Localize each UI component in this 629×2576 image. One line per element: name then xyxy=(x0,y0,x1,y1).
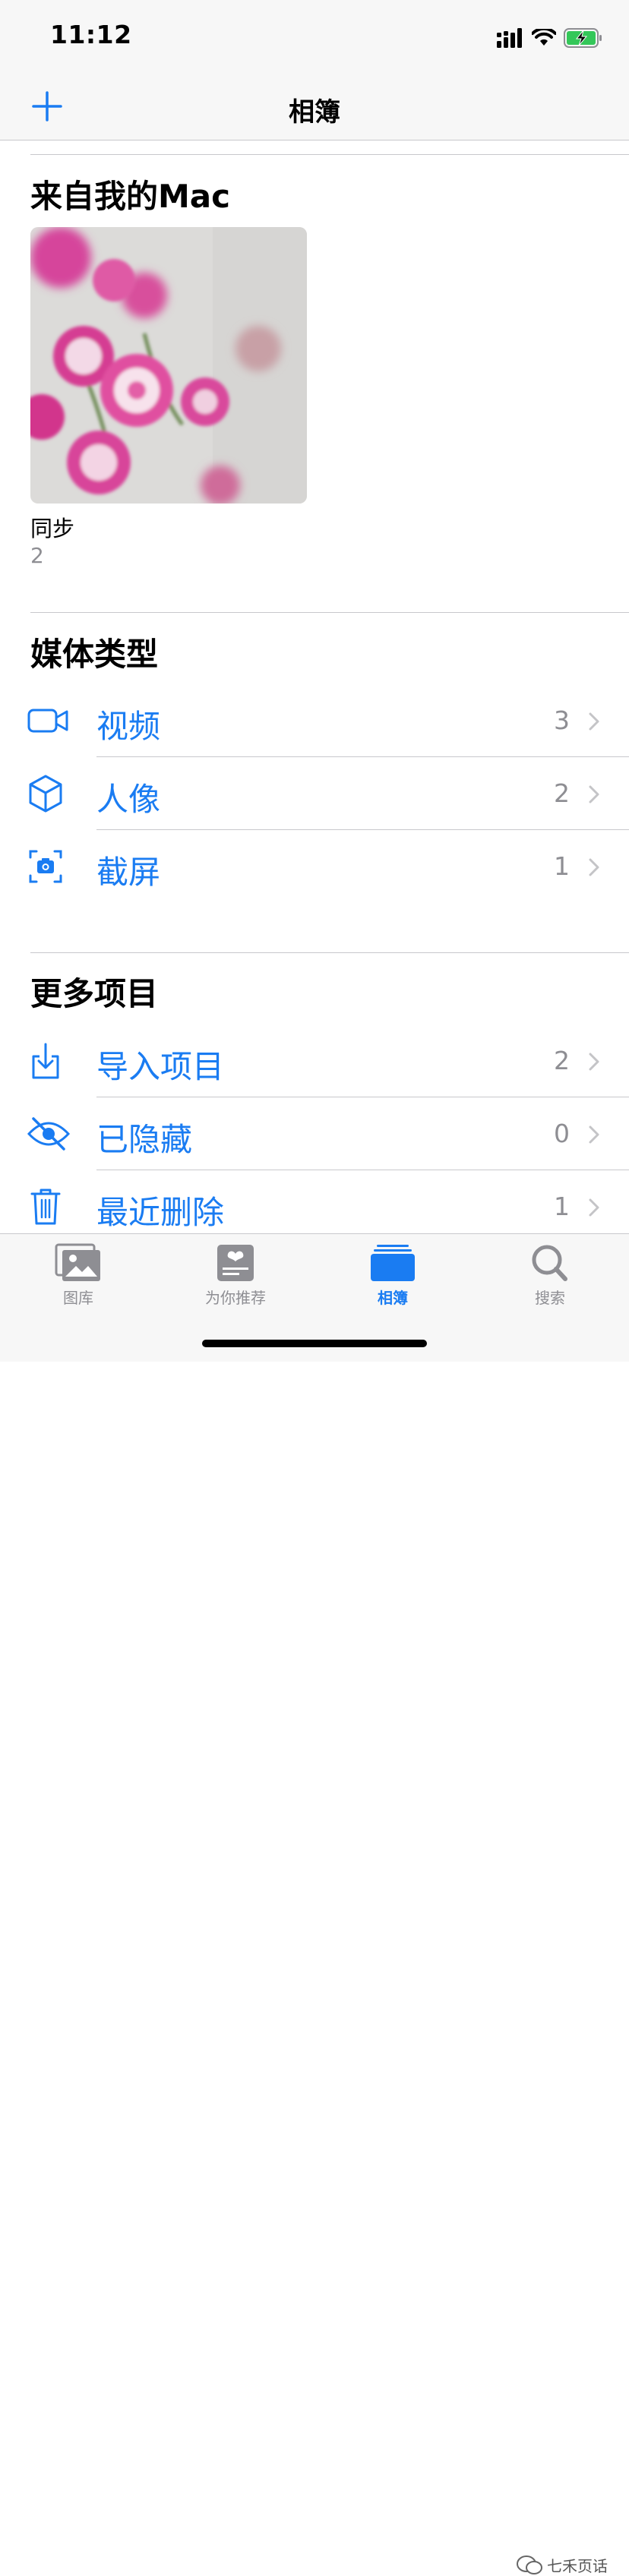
row-portraits[interactable]: 人像 2 xyxy=(0,757,629,830)
row-label: 已隐藏 xyxy=(96,1121,193,1158)
row-label: 最近删除 xyxy=(96,1194,225,1231)
row-label: 视频 xyxy=(96,708,161,745)
watermark: 七禾页话 xyxy=(517,2554,608,2576)
tab-albums[interactable]: 相簿 xyxy=(332,1243,454,1319)
hidden-eye-icon xyxy=(27,1117,70,1151)
section-title-mac: 来自我的Mac xyxy=(30,178,231,215)
album-thumbnail-sync[interactable] xyxy=(30,227,307,504)
cube-icon xyxy=(29,775,62,813)
for-you-icon xyxy=(217,1245,254,1281)
tab-library[interactable]: 图库 xyxy=(17,1243,139,1319)
chevron-right-icon xyxy=(589,858,599,876)
search-icon xyxy=(532,1245,567,1281)
row-count: 1 xyxy=(554,851,570,881)
row-hidden[interactable]: 已隐藏 0 xyxy=(0,1097,629,1170)
navigation-bar: 相簿 xyxy=(0,76,629,140)
chevron-right-icon xyxy=(589,1053,599,1071)
section-title-more: 更多项目 xyxy=(30,975,159,1012)
album-name: 同步 xyxy=(30,516,75,541)
row-label: 人像 xyxy=(96,781,161,818)
section-title-media: 媒体类型 xyxy=(30,636,159,673)
albums-content[interactable]: 来自我的Mac 同步 2 媒体类型 视频 3 人像 2 截屏 1 更多项目 导入… xyxy=(0,140,629,1234)
status-icons xyxy=(497,25,603,51)
row-count: 2 xyxy=(554,1046,570,1075)
chevron-right-icon xyxy=(589,1125,599,1144)
import-icon xyxy=(32,1043,59,1079)
row-videos[interactable]: 视频 3 xyxy=(0,684,629,757)
home-indicator[interactable] xyxy=(202,1340,427,1347)
wechat-logo-icon xyxy=(517,2555,542,2574)
library-icon xyxy=(55,1243,100,1281)
chevron-right-icon xyxy=(589,785,599,803)
section-divider xyxy=(30,612,629,613)
row-count: 0 xyxy=(554,1119,570,1148)
row-count: 2 xyxy=(554,778,570,808)
row-imports[interactable]: 导入项目 2 xyxy=(0,1024,629,1097)
cellular-signal-icon xyxy=(497,28,522,48)
status-time: 11:12 xyxy=(50,20,132,49)
flower-photo xyxy=(30,227,307,504)
video-icon xyxy=(27,709,68,733)
tab-label: 相簿 xyxy=(378,1289,408,1307)
chevron-right-icon xyxy=(589,712,599,731)
screenshot-icon xyxy=(29,850,62,883)
tab-for-you[interactable]: 为你推荐 xyxy=(175,1243,296,1319)
chevron-right-icon xyxy=(589,1198,599,1217)
status-bar: 11:12 xyxy=(0,0,629,76)
page-title: 相簿 xyxy=(289,97,340,128)
album-count: 2 xyxy=(30,543,44,568)
row-label: 截屏 xyxy=(96,854,161,891)
tab-label: 搜索 xyxy=(535,1289,565,1307)
wifi-icon xyxy=(532,29,556,46)
row-count: 3 xyxy=(554,706,570,735)
row-label: 导入项目 xyxy=(96,1048,225,1085)
watermark-text: 七禾页话 xyxy=(547,2557,608,2575)
section-divider xyxy=(30,154,629,155)
trash-icon xyxy=(30,1189,61,1225)
albums-icon xyxy=(371,1245,415,1281)
tab-search[interactable]: 搜索 xyxy=(489,1243,611,1319)
section-divider xyxy=(30,952,629,953)
row-count: 1 xyxy=(554,1192,570,1221)
tab-label: 图库 xyxy=(63,1289,93,1307)
row-recently-deleted[interactable]: 最近删除 1 xyxy=(0,1170,629,1234)
tab-label: 为你推荐 xyxy=(205,1289,266,1307)
battery-charging-icon xyxy=(564,28,602,48)
row-screenshots[interactable]: 截屏 1 xyxy=(0,830,629,903)
